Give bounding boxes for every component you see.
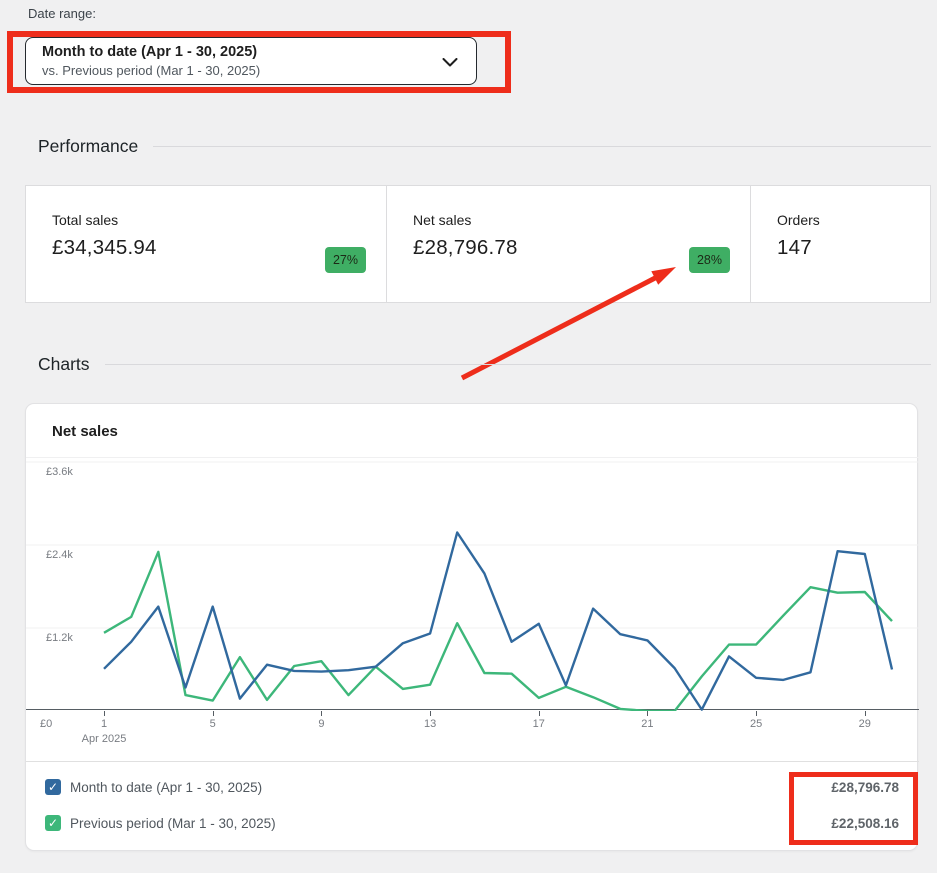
series-line <box>104 552 892 711</box>
date-range-selected-value: Month to date (Apr 1 - 30, 2025) <box>42 43 432 62</box>
date-range-dropdown[interactable]: Month to date (Apr 1 - 30, 2025) vs. Pre… <box>25 37 477 85</box>
x-tick-label: 9 <box>306 718 336 730</box>
card-label: Total sales <box>52 212 386 228</box>
legend-checkbox-month-to-date[interactable]: ✓ <box>45 779 61 795</box>
series-line <box>104 533 892 710</box>
x-tick-mark <box>865 711 866 716</box>
legend-item-previous-period: ✓ Previous period (Mar 1 - 30, 2025) £22… <box>45 810 899 836</box>
charts-heading-divider <box>105 364 931 365</box>
y-tick-label: £2.4k <box>46 549 73 561</box>
x-axis-month-label: Apr 2025 <box>64 733 144 745</box>
x-axis: £0 1 5 9 13 17 21 25 29 Apr 2025 <box>26 711 919 761</box>
trend-badge: 27% <box>325 247 366 273</box>
card-label: Orders <box>777 212 930 228</box>
y-tick-label: £3.6k <box>46 466 73 478</box>
x-tick-mark <box>321 711 322 716</box>
x-tick-label: 17 <box>524 718 554 730</box>
chart-legend: ✓ Month to date (Apr 1 - 30, 2025) £28,7… <box>26 761 919 852</box>
charts-heading: Charts <box>38 354 90 375</box>
x-tick-label: 25 <box>741 718 771 730</box>
chevron-down-icon <box>442 58 458 67</box>
x-tick-mark <box>647 711 648 716</box>
x-tick-mark <box>539 711 540 716</box>
net-sales-chart-card: Net sales £1.2k £2.4k £3.6k £0 1 5 9 13 17 21 25 2… <box>25 403 918 851</box>
performance-heading: Performance <box>38 136 138 157</box>
performance-heading-divider <box>153 146 931 147</box>
card-label: Net sales <box>413 212 750 228</box>
date-range-label: Date range: <box>28 6 96 21</box>
x-tick-mark <box>213 711 214 716</box>
x-tick-label: 21 <box>632 718 662 730</box>
summary-card-total-sales[interactable]: Total sales £34,345.94 27% <box>26 186 386 302</box>
card-value: £34,345.94 <box>52 236 157 260</box>
x-tick-mark <box>756 711 757 716</box>
date-range-comparison-value: vs. Previous period (Mar 1 - 30, 2025) <box>42 62 432 79</box>
x-tick-label: 1 <box>89 718 119 730</box>
summary-card-orders[interactable]: Orders 147 <box>750 186 930 302</box>
card-value: £28,796.78 <box>413 236 518 260</box>
legend-label: Month to date (Apr 1 - 30, 2025) <box>70 780 262 795</box>
summary-card-net-sales[interactable]: Net sales £28,796.78 28% <box>386 186 750 302</box>
legend-item-month-to-date: ✓ Month to date (Apr 1 - 30, 2025) £28,7… <box>45 774 899 800</box>
chart-title: Net sales <box>52 423 118 440</box>
legend-total-month-to-date: £28,796.78 <box>831 780 899 795</box>
x-tick-label: 29 <box>850 718 880 730</box>
y-origin-label: £0 <box>40 718 52 730</box>
performance-summary-cards: Total sales £34,345.94 27% Net sales £28… <box>25 185 931 303</box>
legend-checkbox-previous-period[interactable]: ✓ <box>45 815 61 831</box>
y-tick-label: £1.2k <box>46 632 73 644</box>
card-value: 147 <box>777 236 812 260</box>
x-tick-label: 13 <box>415 718 445 730</box>
x-tick-label: 5 <box>198 718 228 730</box>
x-tick-mark <box>104 711 105 716</box>
trend-badge: 28% <box>689 247 730 273</box>
x-tick-mark <box>430 711 431 716</box>
legend-label: Previous period (Mar 1 - 30, 2025) <box>70 816 276 831</box>
legend-total-previous-period: £22,508.16 <box>831 816 899 831</box>
net-sales-line-chart[interactable]: £1.2k £2.4k £3.6k <box>26 457 919 710</box>
